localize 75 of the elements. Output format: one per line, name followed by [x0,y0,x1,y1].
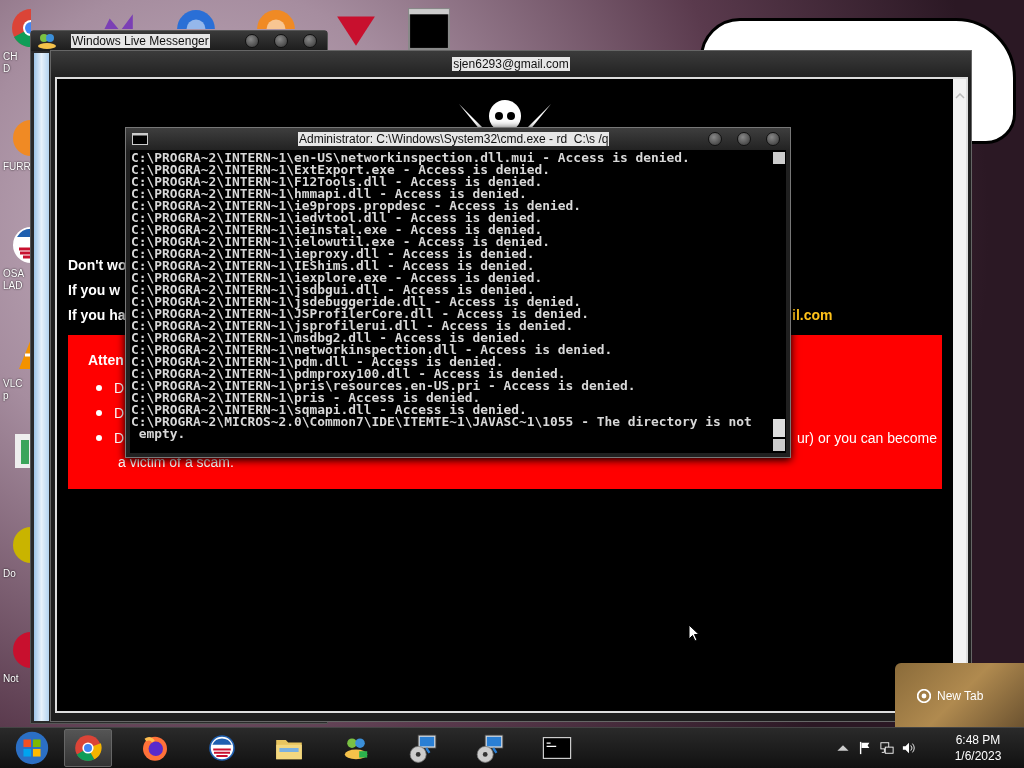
maximize-button[interactable] [274,34,288,48]
chrome-icon [917,688,931,703]
bullet-text: D [114,429,125,446]
console-line: C:\PROGRA~2\INTERN~1\iedvtool.dll - Access is denied. [131,212,544,224]
round-app-icon[interactable] [11,118,31,158]
console-line: C:\PROGRA~2\INTERN~1\msdbg2.dll - Access is denied. [131,332,528,344]
console-line: C:\PROGRA~2\INTERN~1\jsdebuggeride.dll - Access is denied. [131,296,582,308]
icon-label: LAD [3,280,23,292]
console-line: C:\PROGRA~2\INTERN~1\F12Tools.dll - Access is denied. [131,176,544,188]
icon-label: FURR [3,161,31,173]
mouse-pointer-icon [688,624,700,642]
console-line: empty. [138,428,186,440]
chrome-icon [72,732,104,764]
bullet-icon [96,409,102,416]
console-line: C:\PROGRA~2\INTERN~1\pdmproxy100.dll - Access is denied. [131,368,566,380]
clock-time: 6:48 PM [955,732,1001,748]
taskbar-button[interactable] [64,729,112,767]
email-link[interactable]: il.com [792,306,942,323]
bullet-icon [96,434,102,441]
console-line: C:\PROGRA~2\INTERN~1\ieinstal.exe - Access is denied. [131,224,543,236]
close-button[interactable] [303,34,317,48]
console-line: C:\PROGRA~2\INTERN~1\en-US\networkinspection.dll.mui - Access is denied. [131,152,691,164]
people-icon [37,33,57,49]
console-line: C:\PROGRA~2\INTERN~1\pdm.dll - Access is denied. [131,356,505,368]
bullet-icon [96,384,102,391]
icon-label: Not [3,673,19,685]
scrollbar[interactable] [772,150,786,453]
window-title: Administrator: C:\Windows\System32\cmd.exe - rd C:\s /q [298,132,610,146]
minimize-button[interactable] [245,34,259,48]
round-app-icon[interactable] [11,525,31,565]
console-line: C:\PROGRA~2\INTERN~1\IEShims.dll - Access is denied. [131,260,535,272]
console-line: C:\PROGRA~2\INTERN~1\hmmapi.dll - Access is denied. [131,188,527,200]
maximize-button[interactable] [737,132,751,146]
clock-date: 1/6/2023 [954,748,1002,764]
console-line: C:\PROGRA~2\INTERN~1\ie9props.propdesc - Access is denied. [131,200,583,212]
console-line: C:\PROGRA~2\INTERN~1\sqmapi.dll - Access is denied. [131,404,528,416]
console-line: C:\PROGRA~2\INTERN~1\ExtExport.exe - Access is denied. [131,164,552,176]
flag-icon[interactable] [858,741,872,755]
warning-text: If you w [68,281,121,298]
volume-icon[interactable] [902,741,916,755]
console-line: C:\PROGRA~2\INTERN~1\ielowutil.exe - Access is denied. [131,236,552,248]
minimize-button[interactable] [708,132,722,146]
warning-text: If you ha [68,306,126,323]
console-line: C:\PROGRA~2\INTERN~1\iexplore.exe - Access is denied. [131,272,544,284]
console-line: C:\PROGRA~2\MICROS~2.0\Common7\IDE\ITEMTE~1\JAVASC~1\1055 - The directory is not [131,416,753,428]
bullet-text: D [114,404,125,421]
scroll-thumb[interactable] [773,419,785,437]
console-line: C:\PROGRA~2\INTERN~1\pris - Access is denied. [131,392,481,404]
attention-heading: Atten [88,351,124,370]
warning-text: Don't wo [68,256,127,273]
network-icon[interactable] [880,741,894,755]
window-title: Windows Live Messenger [71,34,210,48]
clock[interactable]: 6:48 PM 1/6/2023 [938,732,1018,764]
icon-label: Do [3,568,16,580]
console-line: C:\PROGRA~2\INTERN~1\jsprofilerui.dll - Access is denied. [131,320,575,332]
console-line: C:\PROGRA~2\INTERN~1\JSProfilerCore.dll - Access is denied. [131,308,590,320]
console-icon[interactable] [408,8,450,50]
console-line: C:\PROGRA~2\INTERN~1\pris\resources.en-US.pri - Access is denied. [131,380,637,392]
icon-label: D [3,63,11,75]
console-line: C:\PROGRA~2\INTERN~1\networkinspection.dll - Access is denied. [131,344,614,356]
icon-label: p [3,390,9,402]
window-title: sjen6293@gmail.com [452,57,570,71]
console-line: C:\PROGRA~2\INTERN~1\jsdbgui.dll - Access is denied. [131,284,535,296]
console-line: C:\PROGRA~2\INTERN~1\ieproxy.dll - Access is denied. [131,248,536,260]
circle-logo-icon [206,732,238,764]
console-icon [132,133,148,145]
close-button[interactable] [766,132,780,146]
bullet-text: ur) or you can become [796,429,937,446]
computer-disc-icon [407,732,439,764]
icon-label: CH [3,51,18,63]
icon-label: VLC [3,378,23,390]
icon-label: OSA [3,268,25,280]
bullet-text: D [114,379,125,396]
tab-title: New Tab [937,688,984,703]
computer-disc-icon [474,732,506,764]
